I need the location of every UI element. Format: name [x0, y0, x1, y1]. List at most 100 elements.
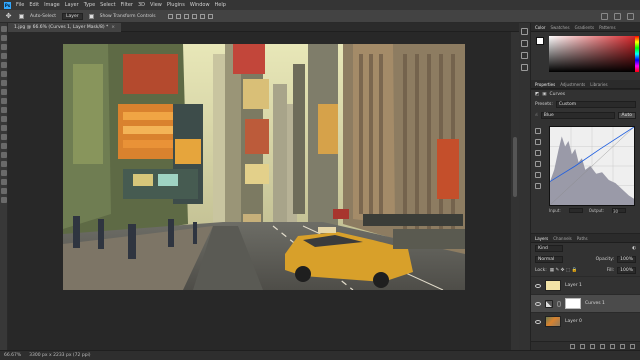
tab-adjustments[interactable]: Adjustments: [560, 82, 585, 87]
document-info[interactable]: 3300 px x 2233 px (72 ppi): [29, 353, 90, 358]
brush-panel-icon[interactable]: [521, 52, 528, 59]
auto-select-target-dropdown[interactable]: Layer: [62, 12, 83, 20]
preset-dropdown[interactable]: Custom: [555, 101, 636, 108]
align-right-icon[interactable]: [183, 13, 189, 19]
fill-field[interactable]: 100%: [617, 267, 636, 274]
canvas-area[interactable]: [8, 32, 519, 350]
hue-slider[interactable]: [635, 36, 639, 72]
auto-button[interactable]: Auto: [617, 112, 636, 119]
pen-tool-icon[interactable]: [1, 152, 7, 158]
character-panel-icon[interactable]: [521, 64, 528, 71]
menu-plugins[interactable]: Plugins: [167, 2, 185, 8]
stamp-tool-icon[interactable]: [1, 98, 7, 104]
lasso-tool-icon[interactable]: [1, 44, 7, 50]
add-mask-icon[interactable]: [590, 343, 595, 349]
white-point-eyedropper-icon[interactable]: [535, 150, 541, 156]
align-left-icon[interactable]: [167, 13, 173, 19]
channel-dropdown[interactable]: Blue: [540, 112, 615, 119]
auto-select-checkbox[interactable]: [19, 13, 24, 19]
mask-icon[interactable]: ▣: [542, 92, 546, 97]
menu-help[interactable]: Help: [215, 2, 226, 8]
scroll-thumb[interactable]: [513, 137, 517, 197]
blur-tool-icon[interactable]: [1, 134, 7, 140]
menu-select[interactable]: Select: [100, 2, 115, 8]
menu-file[interactable]: File: [16, 2, 24, 8]
dodge-tool-icon[interactable]: [1, 143, 7, 149]
foreground-color-swatch[interactable]: [536, 37, 544, 45]
fx-icon[interactable]: [580, 343, 585, 349]
pencil-curve-icon[interactable]: [535, 172, 541, 178]
menu-3d[interactable]: 3D: [138, 2, 145, 8]
menu-edit[interactable]: Edit: [29, 2, 39, 8]
gradient-tool-icon[interactable]: [1, 125, 7, 131]
group-icon[interactable]: [610, 343, 615, 349]
brush-tool-icon[interactable]: [1, 89, 7, 95]
curves-graph[interactable]: [549, 126, 635, 206]
layer-mask-thumbnail[interactable]: [565, 298, 581, 309]
share-icon[interactable]: [627, 12, 634, 20]
visibility-eye-icon[interactable]: [535, 283, 541, 288]
tab-gradients[interactable]: Gradients: [575, 25, 595, 30]
curve-point-tool-icon[interactable]: [535, 161, 541, 167]
history-panel-icon[interactable]: [521, 28, 528, 35]
lock-icons[interactable]: ▦ ✎ ✥ ⬚ 🔒: [550, 268, 577, 273]
vertical-scrollbar[interactable]: [511, 32, 519, 350]
input-field[interactable]: [568, 208, 583, 213]
color-spectrum[interactable]: [549, 36, 635, 72]
align-middle-icon[interactable]: [199, 13, 205, 19]
marquee-tool-icon[interactable]: [1, 35, 7, 41]
visibility-eye-icon[interactable]: [535, 319, 541, 324]
adjustment-layer-icon[interactable]: [600, 343, 605, 349]
menu-layer[interactable]: Layer: [65, 2, 79, 8]
filter-icon[interactable]: ◐: [632, 246, 636, 251]
actions-panel-icon[interactable]: [521, 40, 528, 47]
hand-tool-icon[interactable]: [1, 188, 7, 194]
align-top-icon[interactable]: [191, 13, 197, 19]
menu-view[interactable]: View: [150, 2, 162, 8]
link-icon[interactable]: [557, 300, 561, 307]
document-tab[interactable]: 1.jpg @ 66.6% (Curves 1, Layer Mask/8) *…: [8, 23, 122, 32]
history-brush-tool-icon[interactable]: [1, 107, 7, 113]
zoom-level[interactable]: 66.67%: [4, 353, 21, 358]
quick-select-tool-icon[interactable]: [1, 53, 7, 59]
align-center-icon[interactable]: [175, 13, 181, 19]
document-image[interactable]: [63, 44, 465, 290]
photoshop-logo[interactable]: Ps: [4, 1, 11, 9]
path-select-tool-icon[interactable]: [1, 170, 7, 176]
layer-row-layer-1[interactable]: Layer 1: [531, 276, 640, 294]
tab-swatches[interactable]: Swatches: [550, 25, 569, 30]
gray-point-eyedropper-icon[interactable]: [535, 139, 541, 145]
trash-icon[interactable]: [630, 343, 635, 349]
tab-patterns[interactable]: Patterns: [599, 25, 615, 30]
black-point-eyedropper-icon[interactable]: [535, 128, 541, 134]
close-icon[interactable]: ×: [111, 25, 115, 30]
link-layers-icon[interactable]: [570, 343, 575, 349]
menu-window[interactable]: Window: [190, 2, 210, 8]
new-layer-icon[interactable]: [620, 343, 625, 349]
target-adjust-icon[interactable]: ☝: [535, 113, 538, 118]
blend-mode-dropdown[interactable]: Normal: [535, 256, 563, 263]
align-bottom-icon[interactable]: [207, 13, 213, 19]
menu-type[interactable]: Type: [84, 2, 95, 8]
layer-kind-filter[interactable]: Kind: [535, 245, 563, 252]
show-transform-checkbox[interactable]: [88, 13, 94, 19]
zoom-tool-icon[interactable]: [1, 197, 7, 203]
crop-tool-icon[interactable]: [1, 62, 7, 68]
tab-libraries[interactable]: Libraries: [590, 82, 607, 87]
tab-layers[interactable]: Layers: [535, 236, 548, 241]
output-field[interactable]: 30: [611, 208, 626, 214]
shape-tool-icon[interactable]: [1, 179, 7, 185]
search-icon[interactable]: [601, 12, 608, 20]
healing-tool-icon[interactable]: [1, 80, 7, 86]
eyedropper-tool-icon[interactable]: [1, 71, 7, 77]
layer-row-layer-0[interactable]: Layer 0: [531, 312, 640, 330]
tab-paths[interactable]: Paths: [577, 236, 588, 241]
tab-color[interactable]: Color: [535, 25, 545, 30]
menu-filter[interactable]: Filter: [121, 2, 133, 8]
workspace-icon[interactable]: [614, 12, 621, 20]
move-tool-icon[interactable]: ✥: [4, 12, 13, 21]
tab-properties[interactable]: Properties: [535, 82, 555, 87]
tab-channels[interactable]: Channels: [553, 236, 572, 241]
menu-image[interactable]: Image: [44, 2, 60, 8]
visibility-eye-icon[interactable]: [535, 301, 541, 306]
